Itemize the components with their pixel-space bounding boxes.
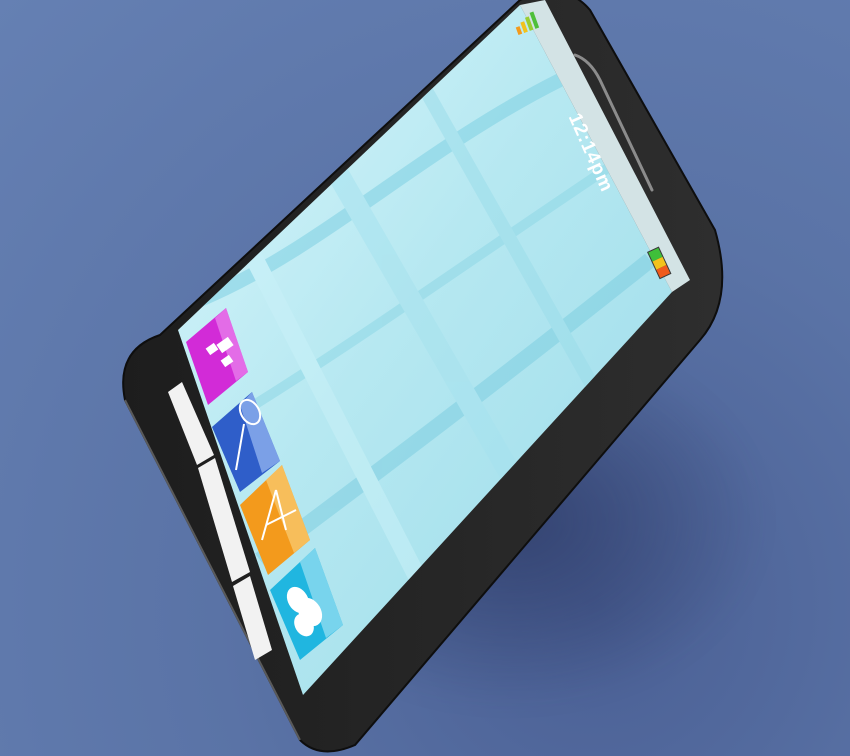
tablet-device (122, 0, 724, 753)
scene: 12:14pm (0, 0, 850, 756)
